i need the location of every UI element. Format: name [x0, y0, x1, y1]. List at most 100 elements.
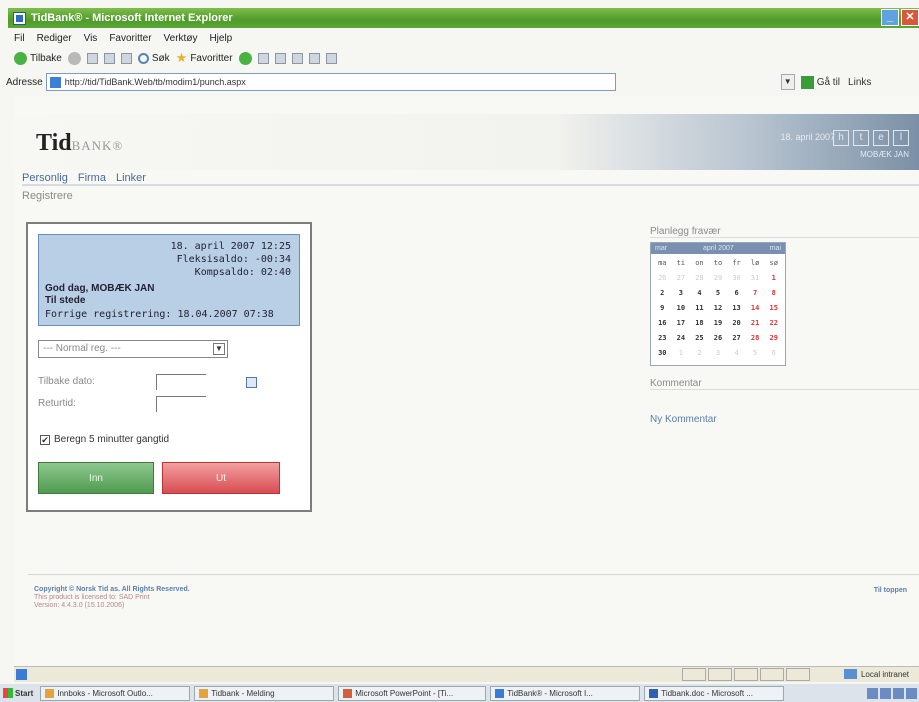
calendar-day[interactable]: 3 [709, 346, 728, 360]
return-time-input[interactable] [156, 396, 206, 412]
status-cells [682, 668, 810, 681]
calendar-day[interactable]: 12 [709, 301, 728, 315]
calendar-day[interactable]: 16 [653, 316, 672, 330]
calendar-day[interactable]: 6 [727, 286, 746, 300]
title-bar[interactable]: TidBank® - Microsoft Internet Explorer _… [8, 8, 919, 28]
taskbar-item-ie[interactable]: TidBank® - Microsoft I... [490, 685, 641, 701]
mail-icon[interactable] [274, 52, 286, 64]
plan-absence-title[interactable]: Planlegg fravær [650, 226, 721, 237]
calendar-day[interactable]: 30 [727, 271, 746, 285]
calendar-day[interactable]: 28 [746, 331, 765, 345]
calendar-prev-month[interactable]: mar [655, 243, 667, 254]
back-date-input[interactable] [156, 374, 206, 390]
calendar-day[interactable]: 29 [709, 271, 728, 285]
menu-edit[interactable]: Rediger [37, 33, 72, 44]
calendar-day[interactable]: 26 [653, 271, 672, 285]
taskbar-item-outlook[interactable]: Innboks - Microsoft Outlo... [40, 685, 191, 701]
menu-favorites[interactable]: Favoritter [109, 33, 151, 44]
calendar-day[interactable]: 8 [764, 286, 783, 300]
calendar-day[interactable]: 29 [764, 331, 783, 345]
nav-personlig[interactable]: Personlig [22, 172, 68, 184]
calendar-day[interactable]: 9 [653, 301, 672, 315]
calendar-day[interactable]: 3 [672, 286, 691, 300]
minimize-button[interactable]: _ [881, 9, 899, 26]
calendar-day[interactable]: 2 [690, 346, 709, 360]
calendar-day[interactable]: 24 [672, 331, 691, 345]
calendar-day[interactable]: 5 [746, 346, 765, 360]
start-button[interactable]: Start [0, 688, 36, 698]
calendar-day[interactable]: 13 [727, 301, 746, 315]
menu-file[interactable]: Fil [14, 33, 25, 44]
walk-time-checkbox[interactable]: ✔ [40, 434, 50, 445]
calendar-day[interactable]: 28 [690, 271, 709, 285]
calendar-next-month[interactable]: mai [770, 243, 781, 254]
tray-icon[interactable] [880, 687, 891, 699]
calendar-day[interactable]: 23 [653, 331, 672, 345]
print-icon[interactable] [291, 52, 303, 64]
calendar-day[interactable]: 7 [746, 286, 765, 300]
header-button-h[interactable]: h [833, 130, 849, 146]
calendar-day[interactable]: 27 [672, 271, 691, 285]
calendar-day[interactable]: 11 [690, 301, 709, 315]
check-in-button[interactable]: Inn [38, 462, 154, 494]
tray-icon[interactable] [867, 687, 878, 699]
search-button[interactable]: Søk [137, 52, 170, 64]
calendar-day[interactable]: 1 [764, 271, 783, 285]
menu-tools[interactable]: Verktøy [164, 33, 198, 44]
calendar-day[interactable]: 22 [764, 316, 783, 330]
calendar-day[interactable]: 30 [653, 346, 672, 360]
calendar-day[interactable]: 6 [764, 346, 783, 360]
discuss-icon[interactable] [325, 52, 337, 64]
calendar-day[interactable]: 20 [727, 316, 746, 330]
calendar-day[interactable]: 27 [727, 331, 746, 345]
calendar-day[interactable]: 14 [746, 301, 765, 315]
home-icon[interactable] [120, 52, 132, 64]
header-button-l[interactable]: l [893, 130, 909, 146]
favorites-button[interactable]: ★ Favoritter [176, 51, 233, 64]
calendar-day[interactable]: 5 [709, 286, 728, 300]
calendar-day[interactable]: 1 [672, 346, 691, 360]
calendar-day[interactable]: 17 [672, 316, 691, 330]
calendar-day[interactable]: 15 [764, 301, 783, 315]
stop-icon[interactable] [86, 52, 98, 64]
header-button-e[interactable]: e [873, 130, 889, 146]
taskbar-item-powerpoint[interactable]: Microsoft PowerPoint - [Ti... [338, 685, 487, 701]
menu-view[interactable]: Vis [84, 33, 98, 44]
header-button-t[interactable]: t [853, 130, 869, 146]
edit-icon[interactable] [308, 52, 320, 64]
back-button[interactable]: Tilbake [14, 51, 62, 65]
calendar-day[interactable]: 4 [727, 346, 746, 360]
tray-icon[interactable] [906, 687, 917, 699]
check-out-button[interactable]: Ut [162, 462, 280, 494]
forward-arrow-icon[interactable] [67, 51, 81, 65]
address-input[interactable]: http://tid/TidBank.Web/tb/modim1/punch.a… [45, 73, 616, 91]
nav-linker[interactable]: Linker [116, 172, 146, 184]
go-button[interactable]: Gå til [800, 75, 840, 89]
taskbar-item-word[interactable]: Tidbank.doc - Microsoft ... [644, 685, 785, 701]
links-button[interactable]: Links [848, 77, 871, 88]
calendar-day[interactable]: 26 [709, 331, 728, 345]
refresh-icon[interactable] [103, 52, 115, 64]
calendar-day[interactable]: 2 [653, 286, 672, 300]
calendar-day[interactable]: 10 [672, 301, 691, 315]
calendar-icon[interactable] [246, 377, 257, 388]
breadcrumb[interactable]: Registrere [22, 190, 73, 202]
walk-time-option[interactable]: ✔ Beregn 5 minutter gangtid [40, 434, 169, 445]
close-button[interactable]: ✕ [901, 9, 919, 26]
calendar-day[interactable]: 25 [690, 331, 709, 345]
new-comment-link[interactable]: Ny Kommentar [650, 414, 717, 425]
calendar-day[interactable]: 31 [746, 271, 765, 285]
address-dropdown-button[interactable]: ▼ [780, 74, 795, 90]
menu-help[interactable]: Hjelp [209, 33, 232, 44]
calendar-day[interactable]: 19 [709, 316, 728, 330]
calendar-day[interactable]: 18 [690, 316, 709, 330]
to-top-link[interactable]: Til toppen [874, 587, 907, 594]
media-icon[interactable] [238, 51, 252, 65]
history-icon[interactable] [257, 52, 269, 64]
taskbar-item-message[interactable]: Tidbank - Melding [194, 685, 335, 701]
registration-type-select[interactable]: --- Normal reg. --- ▼ [38, 340, 228, 358]
calendar-day[interactable]: 4 [690, 286, 709, 300]
nav-firma[interactable]: Firma [78, 172, 106, 184]
calendar-day[interactable]: 21 [746, 316, 765, 330]
tray-icon[interactable] [893, 687, 904, 699]
